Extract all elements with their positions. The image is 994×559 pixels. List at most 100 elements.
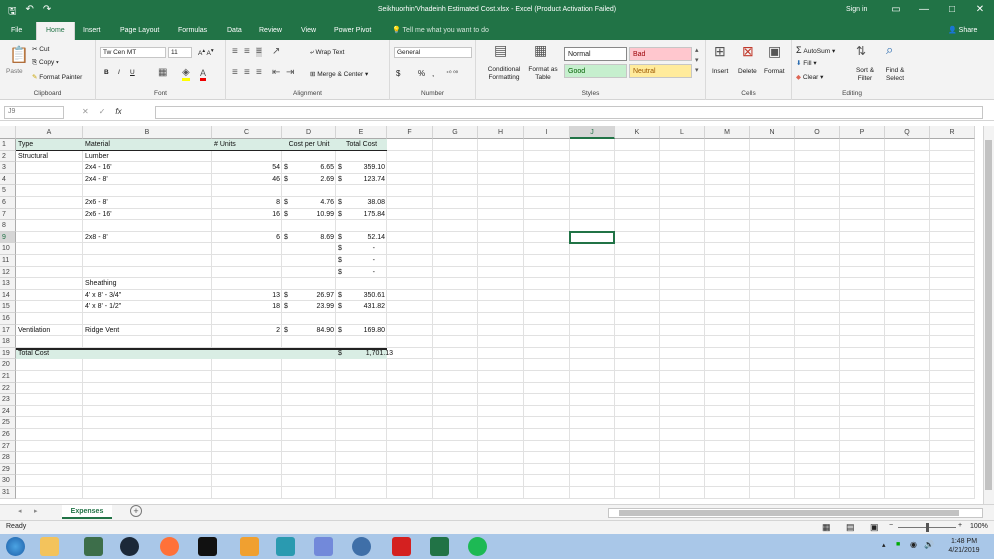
- discord-icon[interactable]: [314, 537, 333, 556]
- row-header-29[interactable]: 29: [0, 463, 16, 476]
- next-sheet-icon[interactable]: ▸: [34, 507, 38, 515]
- tell-me-search[interactable]: 💡 Tell me what you want to do: [392, 22, 489, 40]
- cell-c6[interactable]: 8: [214, 197, 280, 209]
- column-header-m[interactable]: M: [705, 126, 750, 139]
- column-header-q[interactable]: Q: [885, 126, 930, 139]
- indent-icon[interactable]: ⇤: [272, 68, 280, 78]
- cell-d7[interactable]: 10.99: [284, 209, 334, 221]
- paste-icon[interactable]: 📋: [9, 48, 29, 64]
- row-header-3[interactable]: 3: [0, 162, 16, 174]
- cell-d3[interactable]: 6.65: [284, 162, 334, 174]
- tab-review[interactable]: Review: [256, 22, 285, 40]
- steam-icon[interactable]: [120, 537, 139, 556]
- copy-button[interactable]: ⎘ Copy ▾: [32, 59, 59, 67]
- middle-align-icon[interactable]: ≡: [244, 47, 250, 57]
- find-select-button[interactable]: Find & Select: [880, 67, 910, 83]
- sign-in-link[interactable]: Sign in: [846, 6, 867, 13]
- cell-e15[interactable]: 431.82: [338, 301, 385, 313]
- cell-d9[interactable]: 8.69: [284, 232, 334, 244]
- row-header-25[interactable]: 25: [0, 417, 16, 429]
- style-good[interactable]: Good: [564, 64, 627, 78]
- cell-e9[interactable]: 52.14: [338, 232, 385, 244]
- top-align-icon[interactable]: ≡: [232, 47, 238, 57]
- row-header-26[interactable]: 26: [0, 429, 16, 441]
- column-header-k[interactable]: K: [615, 126, 660, 139]
- column-header-e[interactable]: E: [336, 126, 387, 139]
- format-table-icon[interactable]: ▦: [534, 43, 547, 57]
- column-header-r[interactable]: R: [930, 126, 975, 139]
- column-header-d[interactable]: D: [282, 126, 336, 139]
- cell-b15[interactable]: 4' x 8' - 1/2": [85, 301, 210, 313]
- cell-b13[interactable]: Sheathing: [85, 278, 210, 290]
- tab-home[interactable]: Home: [36, 22, 75, 40]
- cell-e7[interactable]: 175.84: [338, 209, 385, 221]
- fill-button[interactable]: ⬇ Fill ▾: [796, 59, 817, 67]
- cell-d6[interactable]: 4.76: [284, 197, 334, 209]
- browser-icon[interactable]: [352, 537, 371, 556]
- header-c[interactable]: # Units: [214, 139, 280, 151]
- conditional-formatting-button[interactable]: Conditional Formatting: [482, 66, 526, 82]
- cell-c3[interactable]: 54: [214, 162, 280, 174]
- app-3-icon[interactable]: [276, 537, 295, 556]
- column-header-g[interactable]: G: [433, 126, 478, 139]
- row-header-4[interactable]: 4: [0, 173, 16, 186]
- page-layout-view-icon[interactable]: ▤: [846, 522, 855, 533]
- horizontal-scrollbar[interactable]: [608, 508, 983, 518]
- zoom-slider[interactable]: [898, 523, 956, 532]
- format-as-table-button[interactable]: Format as Table: [524, 66, 562, 82]
- delete-cells-icon[interactable]: ⊠: [742, 44, 754, 58]
- tray-app-icon[interactable]: ■: [896, 541, 900, 548]
- format-cells-icon[interactable]: ▣: [768, 44, 781, 58]
- column-header-c[interactable]: C: [212, 126, 282, 139]
- cell-c7[interactable]: 16: [214, 209, 280, 221]
- cell-b4[interactable]: 2x4 - 8': [85, 174, 210, 186]
- row-header-22[interactable]: 22: [0, 382, 16, 395]
- tab-page-layout[interactable]: Page Layout: [117, 22, 162, 40]
- borders-icon[interactable]: ▦: [158, 68, 167, 78]
- cell-b9[interactable]: 2x8 - 8': [85, 232, 210, 244]
- sheet-tab-expenses[interactable]: Expenses: [62, 505, 112, 519]
- total-label[interactable]: Total Cost: [18, 348, 81, 360]
- tray-chevron-icon[interactable]: ▴: [882, 541, 886, 549]
- vertical-scroll-thumb[interactable]: [985, 140, 992, 490]
- column-header-p[interactable]: P: [840, 126, 885, 139]
- cell-d17[interactable]: 84.90: [284, 325, 334, 337]
- row-header-16[interactable]: 16: [0, 313, 16, 325]
- row-header-20[interactable]: 20: [0, 359, 16, 371]
- row-header-30[interactable]: 30: [0, 475, 16, 487]
- cancel-icon[interactable]: ✕: [82, 107, 89, 116]
- row-header-23[interactable]: 23: [0, 394, 16, 406]
- volume-icon[interactable]: 🔊: [924, 540, 934, 549]
- share-button[interactable]: 👤 Share: [948, 22, 977, 40]
- cell-e10[interactable]: -: [338, 243, 385, 255]
- column-header-l[interactable]: L: [660, 126, 705, 139]
- cut-button[interactable]: ✂ Cut: [32, 45, 49, 53]
- column-header-h[interactable]: H: [478, 126, 524, 139]
- merge-center-button[interactable]: ⊞ Merge & Center ▾: [310, 70, 368, 78]
- sort-filter-button[interactable]: Sort & Filter: [848, 67, 882, 83]
- row-header-6[interactable]: 6: [0, 197, 16, 209]
- row-header-12[interactable]: 12: [0, 266, 16, 279]
- add-sheet-button[interactable]: +: [130, 505, 142, 517]
- prev-sheet-icon[interactable]: ◂: [18, 507, 22, 515]
- tab-power-pivot[interactable]: Power Pivot: [331, 22, 374, 40]
- find-icon[interactable]: ⌕: [886, 43, 893, 56]
- tab-file[interactable]: File: [8, 22, 25, 40]
- close-button[interactable]: ✕: [966, 4, 994, 15]
- name-box[interactable]: J9: [4, 106, 64, 119]
- cell-b2[interactable]: Lumber: [85, 151, 210, 163]
- tab-data[interactable]: Data: [224, 22, 245, 40]
- clock[interactable]: 1:48 PM 4/21/2019: [946, 537, 982, 555]
- zoom-level[interactable]: 100%: [970, 523, 988, 530]
- percent-button[interactable]: %: [418, 69, 425, 78]
- cell-a2[interactable]: Structural: [18, 151, 81, 163]
- style-neutral[interactable]: Neutral: [629, 64, 692, 78]
- start-button-icon[interactable]: [6, 537, 25, 556]
- italic-button[interactable]: I: [118, 69, 120, 76]
- row-header-17[interactable]: 17: [0, 324, 16, 337]
- row-header-8[interactable]: 8: [0, 220, 16, 232]
- decimal-buttons[interactable]: ⁺⁰ ⁰⁰: [446, 70, 458, 77]
- normal-view-icon[interactable]: ▦: [822, 522, 831, 533]
- select-all-corner[interactable]: [0, 126, 16, 139]
- row-header-11[interactable]: 11: [0, 255, 16, 267]
